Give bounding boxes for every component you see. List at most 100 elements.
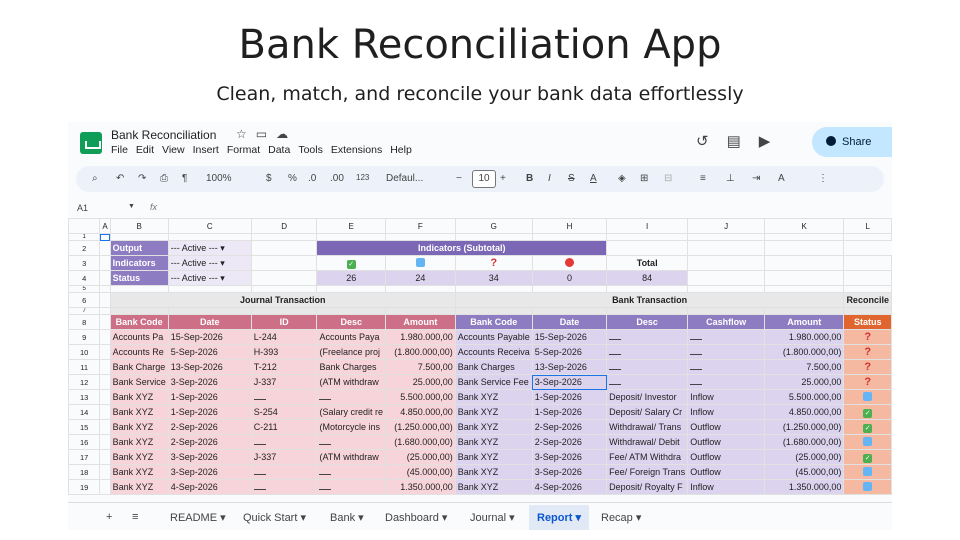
status-cell[interactable]: ✓ xyxy=(843,449,892,465)
number-format-button[interactable]: 123 xyxy=(356,173,369,182)
row-number[interactable]: 14 xyxy=(68,404,101,420)
status-cell[interactable] xyxy=(843,389,892,405)
bank-code[interactable]: Bank XYZ xyxy=(454,479,533,495)
column-header[interactable]: E xyxy=(316,218,386,234)
zoom-select[interactable]: 100% xyxy=(206,173,232,184)
journal-bank-code[interactable]: Bank XYZ xyxy=(109,434,169,450)
filter-dropdown[interactable]: --- Active --- ▾ xyxy=(167,270,252,286)
bank-date[interactable]: 2-Sep-2026 xyxy=(531,434,608,450)
bank-code[interactable]: Bank XYZ xyxy=(454,434,533,450)
bank-desc[interactable]: Fee/ Foreign Trans xyxy=(606,464,689,480)
status-cell[interactable] xyxy=(843,464,892,480)
bank-date[interactable]: 3-Sep-2026 xyxy=(531,449,608,465)
bank-date[interactable]: 15-Sep-2026 xyxy=(531,329,608,345)
bank-date[interactable]: 13-Sep-2026 xyxy=(531,359,608,375)
journal-id[interactable] xyxy=(250,389,318,405)
menu-help[interactable]: Help xyxy=(390,144,412,156)
vertical-align-icon[interactable]: ⊥ xyxy=(726,173,735,184)
journal-date[interactable]: 1-Sep-2026 xyxy=(167,404,252,420)
percent-format-button[interactable]: % xyxy=(288,173,297,184)
journal-amount[interactable]: (25.000,00) xyxy=(384,449,456,465)
journal-desc[interactable]: Bank Charges xyxy=(316,359,386,375)
strikethrough-icon[interactable]: S xyxy=(568,173,575,184)
decrease-decimal-button[interactable]: .0 xyxy=(308,173,316,184)
row-number[interactable]: 3 xyxy=(68,255,101,271)
spacer-cell[interactable] xyxy=(99,434,111,450)
font-size-increase-button[interactable]: + xyxy=(500,173,506,184)
row-number[interactable]: 18 xyxy=(68,464,101,480)
name-box[interactable]: A1 xyxy=(77,203,88,213)
column-header[interactable]: J xyxy=(687,218,765,234)
journal-date[interactable]: 15-Sep-2026 xyxy=(167,329,252,345)
row-number[interactable]: 5 xyxy=(68,285,101,293)
merge-cells-icon[interactable]: ⊟ xyxy=(664,173,672,184)
status-cell[interactable] xyxy=(843,479,892,495)
row-number[interactable]: 10 xyxy=(68,344,101,360)
journal-bank-code[interactable]: Bank XYZ xyxy=(109,464,169,480)
bank-cashflow[interactable]: Outflow xyxy=(687,449,765,465)
bank-date[interactable]: 2-Sep-2026 xyxy=(531,419,608,435)
row-number[interactable]: 2 xyxy=(68,240,101,256)
bank-code[interactable]: Bank XYZ xyxy=(454,449,533,465)
journal-desc[interactable]: (ATM withdraw xyxy=(316,449,386,465)
row-number[interactable]: 13 xyxy=(68,389,101,405)
journal-amount[interactable]: (1.680.000,00) xyxy=(384,434,456,450)
cell-a1[interactable] xyxy=(99,233,111,241)
bank-desc[interactable]: Withdrawal/ Trans xyxy=(606,419,689,435)
bank-cashflow[interactable]: Inflow xyxy=(687,404,765,420)
bank-desc[interactable]: Deposit/ Royalty F xyxy=(606,479,689,495)
status-cell[interactable]: ? xyxy=(843,359,892,375)
all-sheets-icon[interactable]: ≡ xyxy=(132,511,138,523)
bank-amount[interactable]: (45.000,00) xyxy=(763,464,845,480)
menu-file[interactable]: File xyxy=(111,144,128,156)
journal-amount[interactable]: 25.000,00 xyxy=(384,374,456,390)
cloud-icon[interactable]: ☁ xyxy=(276,127,288,141)
journal-id[interactable]: S-254 xyxy=(250,404,318,420)
journal-amount[interactable]: 1.350.000,00 xyxy=(384,479,456,495)
column-header[interactable]: H xyxy=(531,218,608,234)
journal-bank-code[interactable]: Bank XYZ xyxy=(109,449,169,465)
bank-date[interactable]: 1-Sep-2026 xyxy=(531,404,608,420)
text-rotation-icon[interactable]: A xyxy=(778,173,785,184)
menu-extensions[interactable]: Extensions xyxy=(331,144,382,156)
bank-amount[interactable]: (1.680.000,00) xyxy=(763,434,845,450)
bank-desc[interactable] xyxy=(606,374,689,390)
menu-data[interactable]: Data xyxy=(268,144,290,156)
row-number[interactable]: 6 xyxy=(68,292,101,308)
journal-bank-code[interactable]: Bank Charge xyxy=(109,359,169,375)
history-icon[interactable]: ↺ xyxy=(696,133,709,150)
row-number[interactable]: 16 xyxy=(68,434,101,450)
search-icon[interactable]: ⌕ xyxy=(92,173,98,184)
journal-desc[interactable]: (ATM withdraw xyxy=(316,374,386,390)
journal-desc[interactable]: (Freelance proj xyxy=(316,344,386,360)
journal-desc[interactable]: Accounts Paya xyxy=(316,329,386,345)
bank-amount[interactable]: 25.000,00 xyxy=(763,374,845,390)
bank-amount[interactable]: (1.800.000,00) xyxy=(763,344,845,360)
row-number[interactable]: 7 xyxy=(68,307,101,315)
journal-date[interactable]: 5-Sep-2026 xyxy=(167,344,252,360)
bank-code[interactable]: Accounts Payable xyxy=(454,329,533,345)
spacer-cell[interactable] xyxy=(99,359,111,375)
tab-report[interactable]: Report ▾ xyxy=(529,505,590,530)
tab-quick-start[interactable]: Quick Start ▾ xyxy=(243,511,306,524)
journal-amount[interactable]: 7.500,00 xyxy=(384,359,456,375)
currency-format-button[interactable]: $ xyxy=(266,173,272,184)
journal-amount[interactable]: (45.000,00) xyxy=(384,464,456,480)
paint-format-icon[interactable]: ¶ xyxy=(182,173,187,184)
bank-amount[interactable]: 4.850.000,00 xyxy=(763,404,845,420)
undo-icon[interactable]: ↶ xyxy=(116,173,124,184)
bank-code[interactable]: Bank XYZ xyxy=(454,419,533,435)
journal-amount[interactable]: 1.980.000,00 xyxy=(384,329,456,345)
status-cell[interactable]: ? xyxy=(843,329,892,345)
bank-desc[interactable] xyxy=(606,359,689,375)
row-number[interactable]: 12 xyxy=(68,374,101,390)
font-size-input[interactable]: 10 xyxy=(472,170,496,188)
journal-id[interactable]: H-393 xyxy=(250,344,318,360)
bank-desc[interactable] xyxy=(606,329,689,345)
bank-cashflow[interactable] xyxy=(687,374,765,390)
bank-desc[interactable]: Withdrawal/ Debit xyxy=(606,434,689,450)
journal-amount[interactable]: 5.500.000,00 xyxy=(384,389,456,405)
bank-desc[interactable]: Deposit/ Salary Cr xyxy=(606,404,689,420)
journal-id[interactable]: L-244 xyxy=(250,329,318,345)
journal-bank-code[interactable]: Bank Service xyxy=(109,374,169,390)
